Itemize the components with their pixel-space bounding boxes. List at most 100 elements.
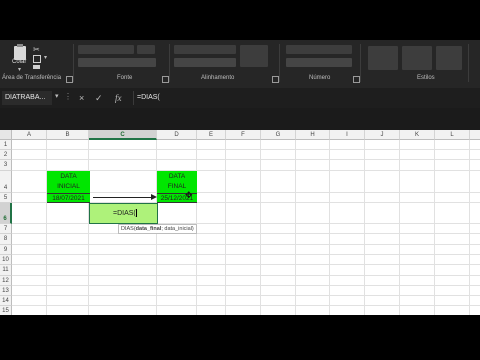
label-line: INICIAL [57,183,80,190]
options-dots-icon[interactable]: ⋮ [64,92,72,101]
arrow-head-icon [151,194,157,200]
insert-function-icon[interactable]: fx [115,92,122,104]
column-header-b[interactable]: B [47,130,89,140]
cell-c6-editing[interactable]: =DIAS( [89,203,158,224]
paste-icon[interactable] [14,46,26,60]
name-box[interactable]: DIATRABA... [2,91,52,105]
divider [468,44,469,82]
group-font-label: Fonte [117,75,133,81]
font-size-box[interactable] [137,45,155,54]
clipboard-launcher-icon[interactable] [66,76,73,83]
row-header-2[interactable]: 2 [0,150,12,160]
paste-dropdown-icon[interactable]: ▾ [18,66,21,73]
cell-styles-button[interactable] [436,46,462,70]
row-header-11[interactable]: 11 [0,265,12,276]
divider [279,44,280,82]
divider [73,44,74,82]
gridline-horizontal [12,264,480,265]
alignment-launcher-icon[interactable] [272,76,279,83]
row-header-12[interactable]: 12 [0,276,12,286]
font-format-buttons[interactable] [78,58,156,67]
gridline-horizontal [12,244,480,245]
cut-icon[interactable]: ✂ [33,45,40,54]
select-all-corner[interactable] [0,130,12,140]
number-launcher-icon[interactable] [353,76,360,83]
gridline-horizontal [12,254,480,255]
row-header-14[interactable]: 14 [0,296,12,306]
alignment-bottom-buttons[interactable] [174,58,236,67]
column-header-g[interactable]: G [261,130,296,140]
ribbon: Colar ▾ ✂ ▾ Área de Transferência Fonte … [0,40,480,89]
gridline-horizontal [12,305,480,306]
mouse-pointer-icon: ✥ [185,190,193,200]
row-header-5[interactable]: 5 [0,193,12,203]
clipboard-clip-icon [17,44,23,47]
group-styles-label: Estilos [417,75,435,81]
row-header-1[interactable]: 1 [0,140,12,150]
cell-b5-data-inicial-value[interactable]: 18/07/2021 [47,193,90,203]
gridline-vertical [260,140,261,315]
format-as-table-button[interactable] [402,46,432,70]
arrow-line [93,197,153,198]
row-header-7[interactable]: 7 [0,224,12,234]
gridline-vertical [399,140,400,315]
number-format-box[interactable] [286,45,352,54]
function-argument-tooltip[interactable]: DIAS(data_final; data_inicial) [118,224,197,234]
wrap-merge-buttons[interactable] [240,45,268,67]
row-header-4[interactable]: 4 [0,171,12,193]
tooltip-remaining-arguments: ; data_inicial) [161,226,194,232]
gridline-horizontal [12,159,480,160]
column-header-h[interactable]: H [296,130,330,140]
number-format-buttons[interactable] [286,58,352,67]
row-header-15[interactable]: 15 [0,306,12,315]
column-header-k[interactable]: K [400,130,435,140]
gridline-horizontal [12,149,480,150]
row-header-6[interactable]: 6 [0,203,12,224]
column-header-c[interactable]: C [89,130,157,140]
row-header-9[interactable]: 9 [0,245,12,255]
formula-input[interactable]: =DIAS( [133,91,478,105]
row-header-3[interactable]: 3 [0,160,12,171]
group-clipboard-label: Área de Transferência [2,75,62,81]
row-header-8[interactable]: 8 [0,234,12,245]
gridline-vertical [295,140,296,315]
name-box-dropdown-icon[interactable]: ▾ [55,92,59,100]
gridline-vertical [225,140,226,315]
column-header-a[interactable]: A [12,130,47,140]
tooltip-current-argument: data_final [135,226,162,232]
paste-label[interactable]: Colar [12,59,26,65]
gridline-vertical [364,140,365,315]
column-header-m[interactable]: M [470,130,480,140]
font-launcher-icon[interactable] [162,76,169,83]
gridline-horizontal [12,275,480,276]
gridline-horizontal [12,295,480,296]
copy-dropdown-icon[interactable]: ▾ [44,54,47,61]
conditional-formatting-button[interactable] [368,46,398,70]
column-header-l[interactable]: L [435,130,470,140]
enter-check-icon[interactable]: ✓ [95,92,103,104]
divider [360,44,361,82]
column-header-e[interactable]: E [197,130,226,140]
tooltip-function-name[interactable]: DIAS( [121,226,136,232]
gridline-horizontal [12,285,480,286]
spreadsheet-grid[interactable]: ABCDEFGHIJKLM 123456789101112131415 DATA… [0,130,480,315]
text-cursor [135,209,137,218]
label-line: DATA [168,173,186,180]
cancel-icon[interactable]: × [79,92,84,104]
copy-icon[interactable] [33,55,41,63]
formula-bar: DIATRABA... ▾ ⋮ × ✓ fx =DIAS( [0,88,480,108]
formula-bar-expanded-area [0,108,480,130]
font-name-box[interactable] [78,45,134,54]
row-header-13[interactable]: 13 [0,286,12,296]
gridline-vertical [329,140,330,315]
column-header-d[interactable]: D [157,130,197,140]
gridline-vertical [88,140,89,315]
cell-b4-data-inicial-label[interactable]: DATA INICIAL [47,171,90,193]
column-header-j[interactable]: J [365,130,400,140]
alignment-top-buttons[interactable] [174,45,236,54]
row-header-10[interactable]: 10 [0,255,12,265]
format-painter-icon[interactable] [33,65,40,69]
column-header-i[interactable]: I [330,130,365,140]
column-header-f[interactable]: F [226,130,261,140]
letterbox-bottom [0,315,480,360]
